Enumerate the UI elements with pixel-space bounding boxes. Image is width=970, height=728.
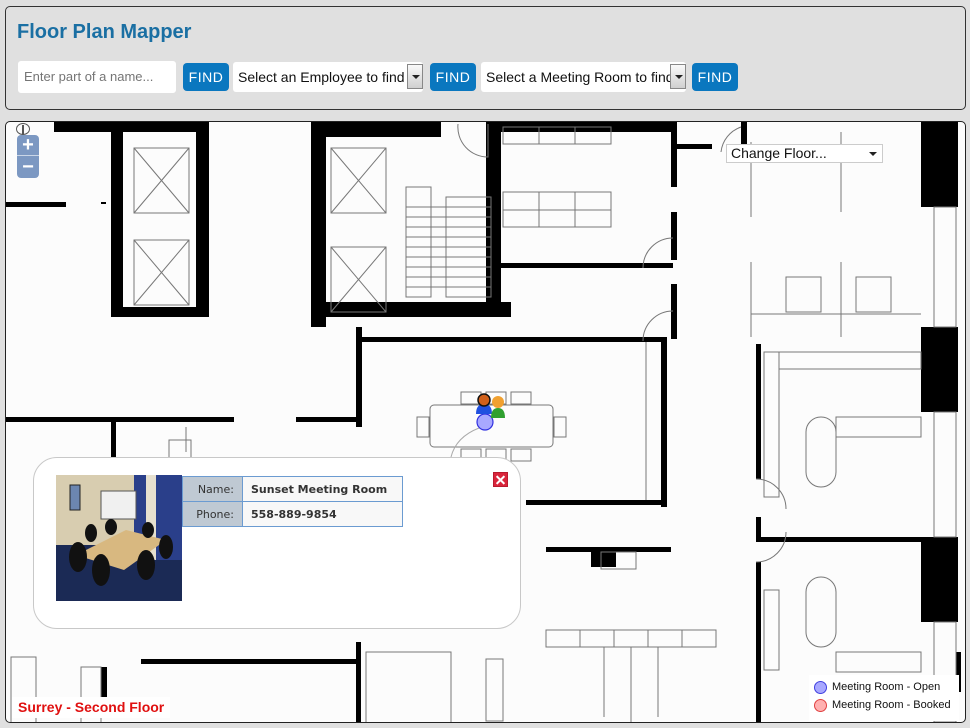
meeting-room-marker-icon[interactable] [476,413,494,431]
employee-select-value: Select an Employee to find [238,69,405,85]
change-floor-select[interactable]: Change Floor... [726,144,883,163]
meeting-room-select-value: Select a Meeting Room to find [486,69,674,85]
app-title: Floor Plan Mapper [17,21,192,43]
floor-plan-map[interactable]: + − Change Floor... Name: Sunset Meeting… [5,121,966,723]
legend-label: Meeting Room - Open [832,681,941,693]
find-employee-button[interactable]: FIND [430,63,476,91]
detail-row-phone: Phone: 558-889-9854 [182,501,403,527]
chevron-down-icon[interactable] [670,64,686,89]
chevron-down-icon[interactable] [407,64,423,89]
current-floor-label: Surrey - Second Floor [12,697,171,718]
map-legend: Meeting Room - Open Meeting Room - Booke… [809,675,959,721]
zoom-out-button[interactable]: − [17,157,39,178]
circle-open-icon [814,681,827,694]
person-male-icon[interactable] [491,396,505,418]
circle-booked-icon [814,699,827,712]
meeting-room-details: Name: Sunset Meeting Room Phone: 558-889… [182,476,403,527]
detail-row-name: Name: Sunset Meeting Room [182,476,403,502]
phone-value: 558-889-9854 [242,501,403,527]
find-meeting-room-button[interactable]: FIND [692,63,738,91]
meeting-room-select[interactable]: Select a Meeting Room to find [481,62,686,92]
find-name-button[interactable]: FIND [183,63,229,91]
name-label: Name: [182,476,243,502]
meeting-room-photo [56,475,182,601]
map-markers [450,393,505,458]
employee-select[interactable]: Select an Employee to find [233,62,423,92]
name-value: Sunset Meeting Room [242,476,403,502]
popup-pointer [450,427,480,458]
zoom-in-button[interactable]: + [17,135,39,156]
close-icon[interactable] [493,472,508,487]
legend-label: Meeting Room - Booked [832,699,951,711]
zoom-control: + − [17,135,39,178]
phone-label: Phone: [182,501,243,527]
name-search-input[interactable] [17,60,177,94]
meeting-room-popup: Name: Sunset Meeting Room Phone: 558-889… [33,457,521,629]
floor-plan-drawing [6,122,961,722]
header-panel: Floor Plan Mapper FIND Select an Employe… [5,6,966,110]
